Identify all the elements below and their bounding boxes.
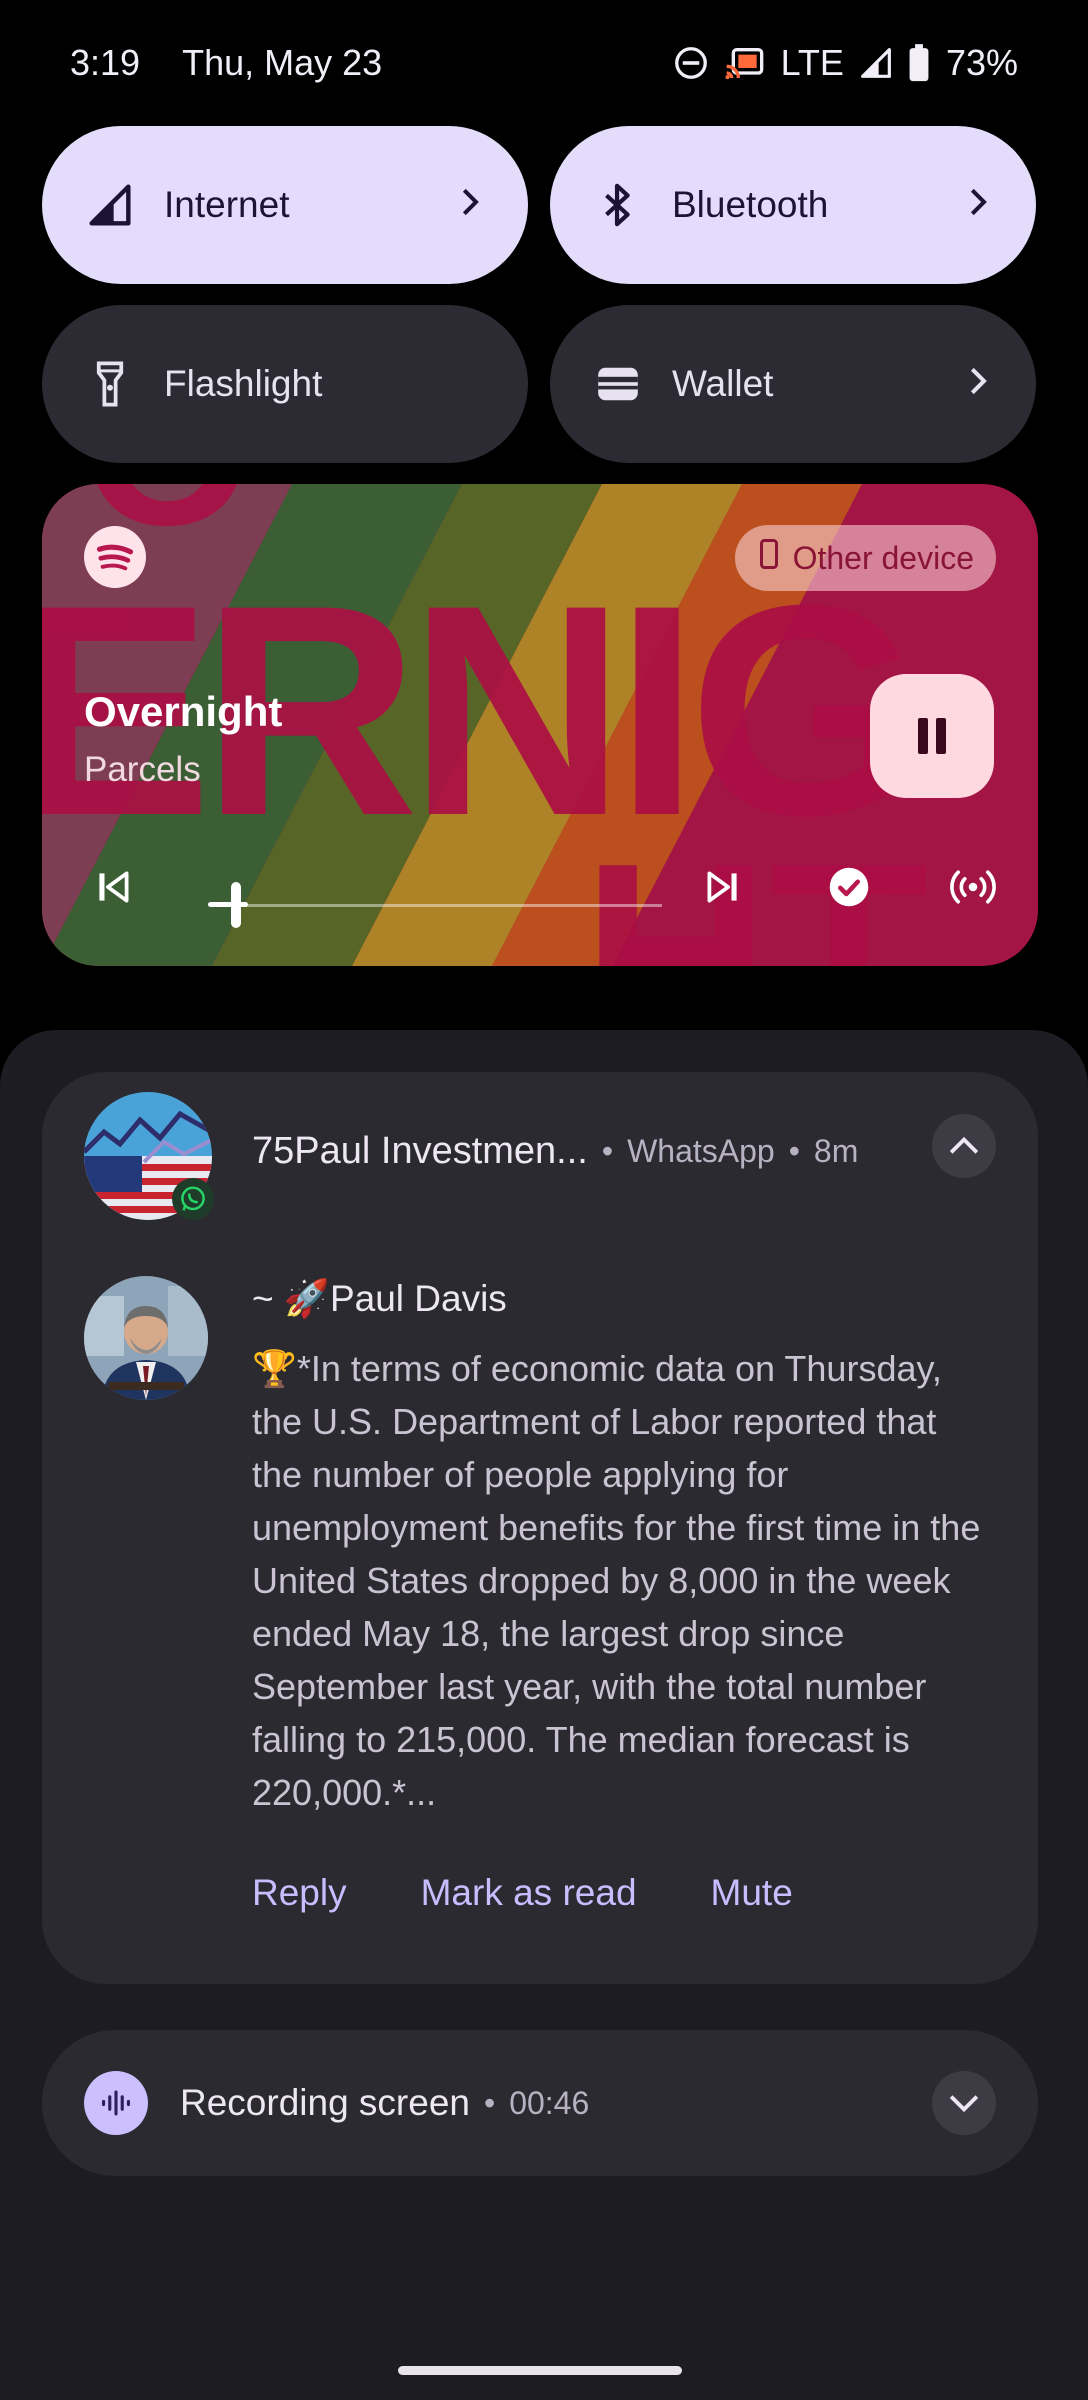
message-text: 🏆*In terms of economic data on Thursday,… (252, 1348, 981, 1813)
song-title: Overnight (84, 688, 283, 735)
next-button[interactable] (690, 854, 756, 920)
skip-next-icon (707, 871, 737, 903)
sender-name: ~ 🚀Paul Davis (252, 1278, 507, 1319)
audio-wave-icon (84, 2071, 148, 2135)
artist-name: Parcels (84, 750, 201, 789)
pause-icon (918, 718, 946, 754)
mark-as-read-button[interactable]: Mark as read (421, 1872, 637, 1914)
chevron-up-icon (949, 1136, 979, 1154)
status-icons: LTE 73% (673, 42, 1018, 84)
mute-button[interactable]: Mute (711, 1872, 793, 1914)
check-circle-icon (829, 867, 869, 907)
chevron-right-icon (968, 184, 990, 226)
whatsapp-notification[interactable]: 75Paul Investmen... • WhatsApp • 8m ~ 🚀P… (42, 1072, 1038, 1984)
home-gesture-bar[interactable] (398, 2366, 682, 2375)
clock: 3:19 (70, 42, 141, 83)
connect-button[interactable] (940, 854, 1006, 920)
tile-wallet[interactable]: Wallet (550, 305, 1036, 463)
notification-actions: Reply Mark as read Mute (252, 1872, 793, 1914)
tile-label: Bluetooth (672, 184, 829, 225)
spotify-icon (84, 526, 146, 588)
recording-elapsed: 00:46 (509, 2084, 590, 2121)
pause-button[interactable] (870, 674, 994, 798)
phone-icon (759, 539, 779, 577)
battery-icon (908, 44, 930, 82)
timestamp: 8m (813, 1133, 859, 1169)
media-player-card[interactable]: ERNIG O HT Other device Overnight Parcel… (42, 484, 1038, 966)
notification-header: 75Paul Investmen... • WhatsApp • 8m (252, 1130, 858, 1173)
recording-label: Recording screen (180, 2082, 470, 2123)
chevron-down-icon (949, 2095, 979, 2113)
skip-previous-icon (99, 871, 129, 903)
battery-level: 73% (945, 42, 1018, 83)
signal-icon (860, 47, 892, 79)
output-device-chip[interactable]: Other device (734, 525, 996, 591)
saved-button[interactable] (816, 854, 882, 920)
whatsapp-icon (172, 1178, 214, 1220)
bluetooth-icon (594, 181, 642, 229)
chevron-right-icon (968, 363, 990, 405)
do-not-disturb-icon (673, 45, 709, 81)
network-type: LTE (780, 42, 844, 83)
tile-label: Flashlight (164, 363, 323, 404)
broadcast-icon (950, 870, 996, 904)
flashlight-icon (86, 360, 134, 408)
group-title: 75Paul Investmen... (252, 1130, 588, 1172)
tile-label: Internet (164, 184, 290, 225)
separator: • (601, 1133, 614, 1169)
seek-bar-thumb[interactable] (231, 882, 241, 928)
previous-button[interactable] (80, 854, 146, 920)
signal-icon (86, 181, 134, 229)
tile-flashlight[interactable]: Flashlight (42, 305, 528, 463)
date: Thu, May 23 (182, 42, 383, 83)
sender-avatar (84, 1276, 208, 1400)
separator: • (483, 2084, 496, 2121)
app-name: WhatsApp (627, 1133, 775, 1169)
seek-bar-progress (208, 902, 248, 907)
chevron-right-icon (460, 184, 482, 226)
tile-bluetooth[interactable]: Bluetooth (550, 126, 1036, 284)
screen-recording-notification[interactable]: Recording screen • 00:46 (42, 2030, 1038, 2176)
seek-bar-track[interactable] (238, 904, 662, 907)
collapse-button[interactable] (932, 1114, 996, 1178)
tile-internet[interactable]: Internet (42, 126, 528, 284)
cast-icon (725, 46, 765, 80)
status-bar: 3:19 Thu, May 23 LTE 73% (0, 0, 1088, 126)
separator: • (788, 1133, 800, 1169)
wallet-icon (594, 360, 642, 408)
output-device-label: Other device (792, 539, 974, 576)
expand-button[interactable] (932, 2071, 996, 2135)
reply-button[interactable]: Reply (252, 1872, 347, 1914)
tile-label: Wallet (672, 363, 774, 404)
